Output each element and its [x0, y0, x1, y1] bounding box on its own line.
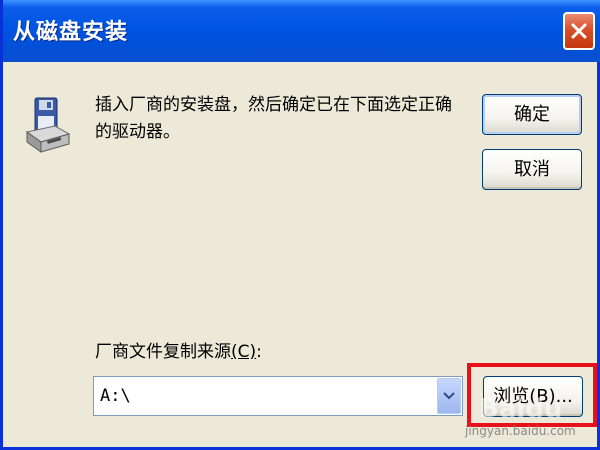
dropdown-button[interactable] — [437, 378, 461, 414]
watermark-url: jingyan.baidu.com — [465, 424, 576, 438]
instruction-text: 插入厂商的安装盘，然后确定已在下面选定正确的驱动器。 — [95, 95, 452, 142]
source-label-accesskey: (C) — [231, 342, 257, 362]
floppy-drive-icon — [25, 97, 71, 153]
source-label-colon: : — [256, 342, 262, 362]
cancel-button[interactable]: 取消 — [482, 149, 582, 190]
close-icon — [571, 23, 587, 39]
close-button[interactable] — [563, 12, 595, 50]
source-label: 厂商文件复制来源(C): — [95, 337, 262, 362]
source-path-value[interactable]: A:\ — [100, 386, 131, 406]
chevron-down-icon — [443, 392, 455, 400]
highlight-box — [467, 363, 597, 427]
source-label-text: 厂商文件复制来源 — [95, 342, 231, 362]
window-title: 从磁盘安装 — [13, 20, 129, 45]
ok-button[interactable]: 确定 — [482, 94, 582, 135]
source-path-combobox[interactable]: A:\ — [93, 376, 463, 416]
title-bar[interactable]: 从磁盘安装 — [3, 0, 600, 62]
install-from-disk-dialog: 从磁盘安装 插入厂商的安装盘，然后确定已在下面选定正确的驱动器。 确定 取消 厂… — [0, 0, 600, 450]
